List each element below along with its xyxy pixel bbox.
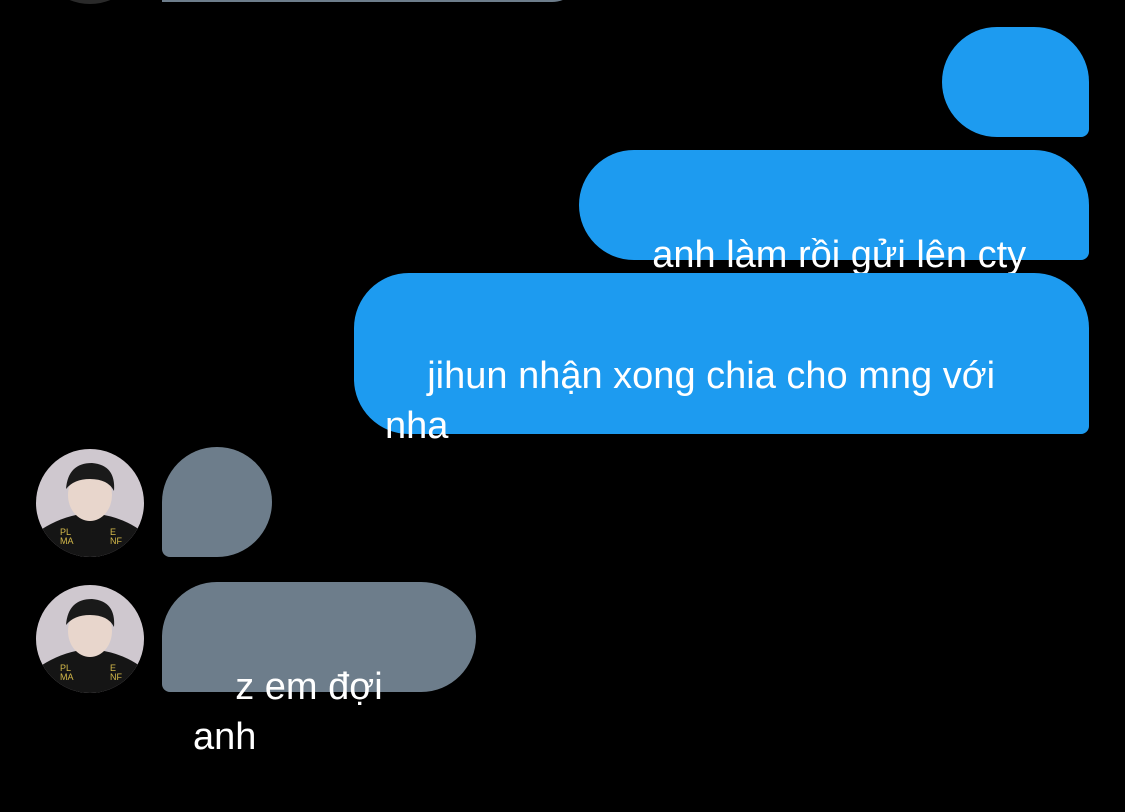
- message-text: anh làm rồi gửi lên cty: [652, 234, 1027, 276]
- incoming-message-bubble[interactable]: z em đợi anh: [162, 582, 476, 758]
- svg-text:NF: NF: [110, 536, 122, 546]
- outgoing-message-bubble[interactable]: thui: [942, 27, 1089, 203]
- message-thread: thui anh làm rồi gửi lên cty jihun nhận …: [0, 0, 1125, 758]
- sender-avatar[interactable]: PL MA E NF: [36, 585, 144, 693]
- svg-text:MA: MA: [60, 536, 74, 546]
- previous-avatar[interactable]: [36, 0, 144, 4]
- user-avatar-icon: PL MA E NF: [36, 449, 144, 557]
- outgoing-message-bubble[interactable]: anh làm rồi gửi lên cty: [579, 150, 1089, 276]
- svg-text:NF: NF: [110, 672, 122, 682]
- svg-text:MA: MA: [60, 672, 74, 682]
- message-text: z em đợi anh: [193, 666, 394, 758]
- outgoing-message-bubble[interactable]: jihun nhận xong chia cho mng với nha: [354, 273, 1089, 447]
- avatar-photo-icon: [36, 0, 144, 4]
- sender-avatar[interactable]: PL MA E NF: [36, 449, 144, 557]
- previous-message-bubble[interactable]: [162, 0, 582, 2]
- message-text: jihun nhận xong chia cho mng với nha: [385, 355, 1006, 447]
- incoming-message-bubble[interactable]: dạ: [162, 447, 272, 623]
- user-avatar-icon: PL MA E NF: [36, 585, 144, 693]
